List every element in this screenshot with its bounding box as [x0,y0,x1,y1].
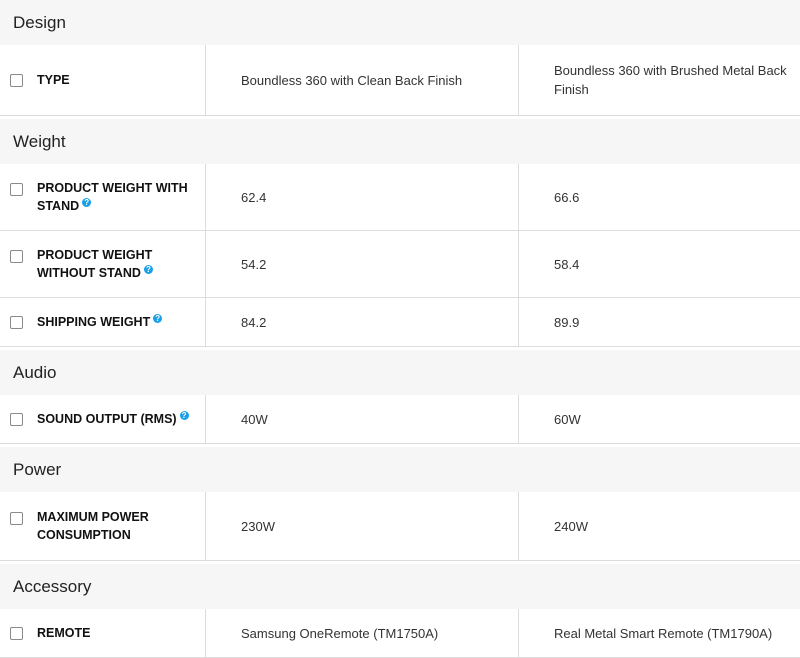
spec-value-model-2: 58.4 [554,256,580,272]
section-header-audio: Audio [0,350,800,395]
spec-value-model-2: 60W [554,411,581,427]
section-title: Audio [13,362,57,382]
spec-value-model-1: 84.2 [206,298,519,346]
spec-row-product-weight-without-stand: PRODUCT WEIGHT WITHOUT STAND? 54.2 58.4 [0,231,800,298]
spec-value-model-1: 54.2 [206,231,519,297]
section-header-design: Design [0,0,800,45]
spec-label: MAXIMUM POWER CONSUMPTION [37,510,149,542]
spec-value-model-1: Samsung OneRemote (TM1750A) [206,609,519,657]
question-icon[interactable]: ? [82,198,92,207]
spec-value-model-1: 40W [206,395,519,443]
compare-checkbox[interactable] [10,626,23,640]
spec-value-model-2: 89.9 [554,314,580,330]
section-title: Weight [13,131,66,151]
section-header-power: Power [0,447,800,492]
spec-row-remote: REMOTE Samsung OneRemote (TM1750A) Real … [0,609,800,658]
compare-checkbox[interactable] [10,250,23,263]
spec-label: TYPE [37,73,70,87]
compare-checkbox[interactable] [10,315,23,329]
spec-label: PRODUCT WEIGHT WITHOUT STAND? [37,248,153,280]
spec-row-maximum-power-consumption: MAXIMUM POWER CONSUMPTION 230W 240W [0,492,800,561]
question-icon[interactable]: ? [143,265,153,274]
spec-value-model-2: Boundless 360 with Brushed Metal Back Fi… [554,63,787,97]
section-header-accessory: Accessory [0,564,800,609]
section-title: Accessory [13,576,92,596]
section-title: Design [13,12,66,32]
question-icon[interactable]: ? [153,314,163,323]
compare-checkbox[interactable] [10,73,23,87]
spec-row-product-weight-with-stand: PRODUCT WEIGHT WITH STAND? 62.4 66.6 [0,164,800,231]
spec-value-model-2: Real Metal Smart Remote (TM1790A) [554,625,773,641]
compare-checkbox[interactable] [10,183,23,196]
spec-label: PRODUCT WEIGHT WITH STAND? [37,181,188,213]
spec-row-type: TYPE Boundless 360 with Clean Back Finis… [0,45,800,116]
spec-label: SHIPPING WEIGHT? [37,313,163,331]
section-header-weight: Weight [0,119,800,164]
spec-label: SOUND OUTPUT (RMS)? [37,410,189,428]
spec-row-shipping-weight: SHIPPING WEIGHT? 84.2 89.9 [0,298,800,347]
spec-row-sound-output: SOUND OUTPUT (RMS)? 40W 60W [0,395,800,444]
spec-value-model-1: 230W [206,492,519,560]
question-icon[interactable]: ? [179,411,189,420]
spec-value-model-2: 240W [554,518,588,534]
section-title: Power [13,459,62,479]
spec-value-model-2: 66.6 [554,189,580,205]
compare-checkbox[interactable] [10,412,23,426]
spec-value-model-1: 62.4 [206,164,519,230]
compare-checkbox[interactable] [10,512,23,525]
spec-value-model-1: Boundless 360 with Clean Back Finish [206,45,519,115]
spec-label: REMOTE [37,626,91,640]
